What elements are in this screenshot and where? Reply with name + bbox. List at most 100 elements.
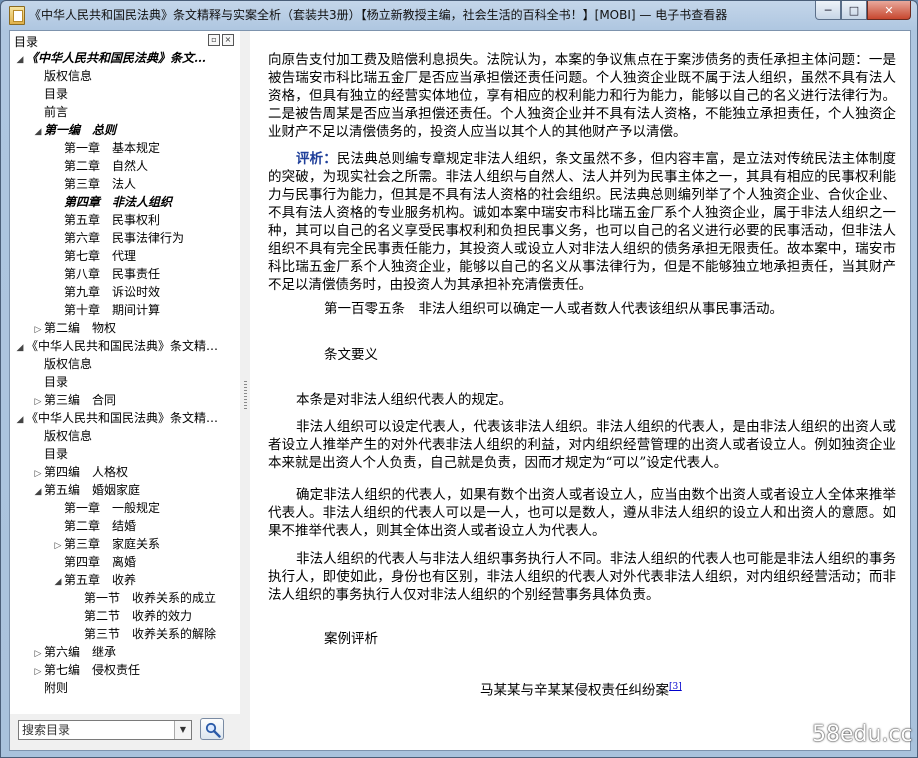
search-icon [205, 722, 221, 738]
toc-item[interactable]: 目录 [32, 445, 68, 463]
title-bar[interactable]: 《中华人民共和国民法典》条文精释与实案全析（套装共3册）【杨立新教授主编，社会生… [1, 1, 917, 29]
toc-item-label: 目录 [44, 447, 69, 461]
expanded-arrow-icon[interactable]: ◢ [14, 411, 26, 429]
commentary-text: 民法典总则编专章规定非法人组织，条文虽然不多，但内容丰富，是立法对传统民法主体制… [268, 151, 897, 293]
section-heading-essentials: 条文要义 [324, 347, 378, 363]
toc-item[interactable]: 第五章 民事权利 [52, 211, 160, 229]
toc-item[interactable]: 第八章 民事责任 [52, 265, 160, 283]
toc-item[interactable]: ◢ 《中华人民共和国民法典》条文精… [14, 337, 218, 355]
toc-item-label: 第一章 基本规定 [64, 141, 161, 155]
toc-item[interactable]: 第一节 收养关系的成立 [72, 589, 216, 607]
toc-item[interactable]: ◢ 第一编 总则 [32, 121, 116, 139]
window-title: 《中华人民共和国民法典》条文精释与实案全析（套装共3册）【杨立新教授主编，社会生… [29, 8, 728, 22]
float-panel-icon[interactable]: ▫ [208, 34, 220, 46]
panel-splitter[interactable] [244, 381, 247, 411]
paragraph-essentials-2: 非法人组织可以设定代表人，代表该非法人组织。非法人组织的代表人，是由非法人组织的… [268, 419, 896, 471]
toc-item[interactable]: 版权信息 [32, 427, 92, 445]
toc-item-label: 第一章 一般规定 [64, 501, 161, 515]
toc-item[interactable]: 第三节 收养关系的解除 [72, 625, 216, 643]
watermark: 58edu.cc [812, 722, 913, 747]
toc-item-label: 目录 [44, 87, 69, 101]
toc-item[interactable]: 版权信息 [32, 67, 92, 85]
toc-item[interactable]: 第一章 基本规定 [52, 139, 160, 157]
book-icon [9, 6, 25, 25]
toc-item-label: 《中华人民共和国民法典》条文… [26, 51, 207, 65]
toc-item[interactable]: 目录 [32, 85, 68, 103]
toc-item-label: 第二节 收养的效力 [84, 609, 193, 623]
toc-item-label: 第五章 民事权利 [64, 213, 161, 227]
toc-item[interactable]: 第二章 结婚 [52, 517, 136, 535]
toc-item[interactable]: 第三章 法人 [52, 175, 136, 193]
toc-search-bar: 搜索目录 ▼ [10, 714, 240, 750]
expanded-arrow-icon[interactable]: ◢ [52, 573, 64, 591]
search-button[interactable] [200, 718, 224, 740]
expanded-arrow-icon[interactable]: ◢ [14, 339, 26, 357]
maximize-button[interactable]: □ [841, 1, 867, 20]
toc-item[interactable]: 第四章 离婚 [52, 553, 136, 571]
toc-item[interactable]: 目录 [32, 373, 68, 391]
toc-item[interactable]: 附则 [32, 679, 68, 697]
toc-item-label: 第二编 物权 [44, 321, 117, 335]
chevron-down-icon[interactable]: ▼ [174, 721, 191, 739]
toc-item[interactable]: 版权信息 [32, 355, 92, 373]
toc-item[interactable]: 前言 [32, 103, 68, 121]
expanded-arrow-icon[interactable]: ◢ [32, 483, 44, 501]
client-area: 目录 ▫ × ◢ 《中华人民共和国民法典》条文… 版权信息 目录 前言 ◢ 第一编 总则 第一… [9, 30, 911, 751]
toc-item-label: 第四章 非法人组织 [64, 195, 173, 209]
toc-item[interactable]: ▷ 第六编 继承 [32, 643, 116, 661]
toc-item[interactable]: ▷ 第二编 物权 [32, 319, 116, 337]
toc-item-label: 第五编 婚姻家庭 [44, 483, 141, 497]
close-button[interactable]: ✕ [867, 1, 911, 20]
toc-item-label: 第五章 收养 [64, 573, 137, 587]
app-window: 《中华人民共和国民法典》条文精释与实案全析（套装共3册）【杨立新教授主编，社会生… [0, 0, 918, 758]
toc-item[interactable]: 第一章 一般规定 [52, 499, 160, 517]
paragraph-essentials-4: 非法人组织的代表人与非法人组织事务执行人不同。非法人组织的代表人也可能是非法人组… [268, 551, 896, 603]
toc-item[interactable]: ◢ 第五章 收养 [52, 571, 136, 589]
commentary-label: 评析： [296, 151, 337, 167]
expanded-arrow-icon[interactable]: ◢ [14, 51, 26, 69]
toc-item-label: 第七编 侵权责任 [44, 663, 141, 677]
toc-item-label: 第一编 总则 [44, 123, 117, 137]
toc-item-label: 版权信息 [44, 69, 93, 83]
paragraph-commentary: 评析：民法典总则编专章规定非法人组织，条文虽然不多，但内容丰富，是立法对传统民法… [268, 150, 896, 294]
toc-item-label: 目录 [44, 375, 69, 389]
toc-item-label: 第四章 离婚 [64, 555, 137, 569]
minimize-button[interactable]: ─ [815, 1, 841, 20]
toc-item-label: 附则 [44, 681, 69, 695]
toc-item[interactable]: ▷ 第四编 人格权 [32, 463, 128, 481]
paragraph-court-opinion: 向原告支付加工费及赔偿利息损失。法院认为，本案的争议焦点在于案涉债务的责任承担主… [268, 52, 896, 140]
toc-tree[interactable]: ◢ 《中华人民共和国民法典》条文… 版权信息 目录 前言 ◢ 第一编 总则 第一章 基本规定第… [10, 49, 240, 714]
expanded-arrow-icon[interactable]: ◢ [32, 123, 44, 141]
case-title: 马某某与辛某某侵权责任纠纷案[3] [480, 678, 682, 700]
toc-item-label: 第二章 自然人 [64, 159, 149, 173]
article-105: 第一百零五条 非法人组织可以确定一人或者数人代表该组织从事民事活动。 [324, 301, 783, 317]
toc-item-label: 前言 [44, 105, 69, 119]
toc-item[interactable]: 第十章 期间计算 [52, 301, 160, 319]
toc-item[interactable]: 第四章 非法人组织 [52, 193, 172, 211]
toc-item-label: 第四编 人格权 [44, 465, 129, 479]
toc-item-label: 第十章 期间计算 [64, 303, 161, 317]
toc-item-label: 第三节 收养关系的解除 [84, 627, 217, 641]
toc-item[interactable]: 第九章 诉讼时效 [52, 283, 160, 301]
toc-item[interactable]: ▷ 第三章 家庭关系 [52, 535, 160, 553]
toc-item-label: 第六编 继承 [44, 645, 117, 659]
footnote-link[interactable]: [3] [669, 682, 682, 692]
toc-item[interactable]: 第二章 自然人 [52, 157, 148, 175]
toc-item-label: 第九章 诉讼时效 [64, 285, 161, 299]
toc-item[interactable]: ▷ 第三编 合同 [32, 391, 116, 409]
toc-search-input[interactable]: 搜索目录 ▼ [18, 720, 192, 740]
toc-item[interactable]: ◢ 《中华人民共和国民法典》条文… [14, 49, 206, 67]
toc-item[interactable]: ◢ 《中华人民共和国民法典》条文精… [14, 409, 218, 427]
toc-item[interactable]: 第二节 收养的效力 [72, 607, 192, 625]
reader-view[interactable]: 向原告支付加工费及赔偿利息损失。法院认为，本案的争议焦点在于案涉债务的责任承担主… [250, 31, 910, 750]
toc-item-label: 《中华人民共和国民法典》条文精… [26, 411, 219, 425]
case-name: 马某某与辛某某侵权责任纠纷案 [480, 682, 669, 699]
toc-item-label: 第八章 民事责任 [64, 267, 161, 281]
toc-item[interactable]: 第六章 民事法律行为 [52, 229, 184, 247]
window-controls: ─ □ ✕ [815, 1, 911, 20]
toc-header: 目录 ▫ × [10, 31, 240, 49]
toc-item[interactable]: ◢ 第五编 婚姻家庭 [32, 481, 140, 499]
toc-item[interactable]: 第七章 代理 [52, 247, 136, 265]
toc-item[interactable]: ▷ 第七编 侵权责任 [32, 661, 140, 679]
close-panel-icon[interactable]: × [222, 34, 234, 46]
